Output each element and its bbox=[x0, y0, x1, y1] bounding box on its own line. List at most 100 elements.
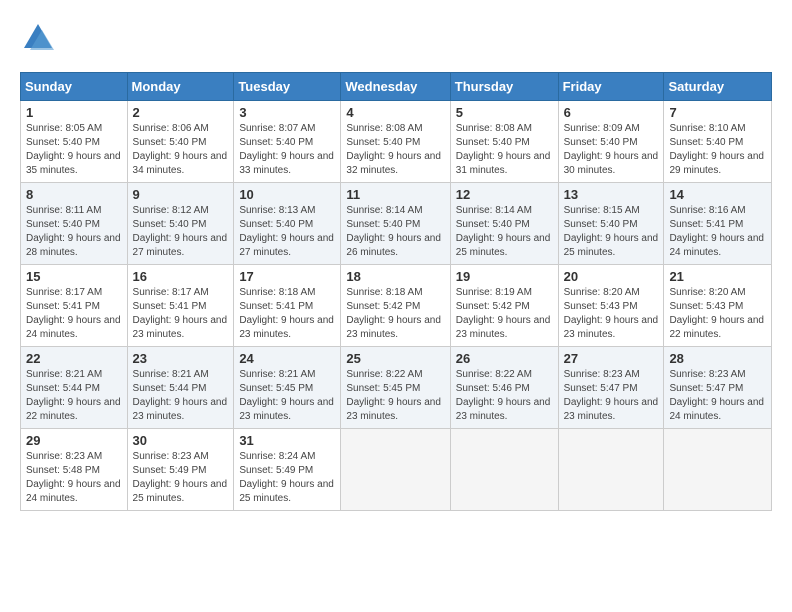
day-info: Sunrise: 8:11 AMSunset: 5:40 PMDaylight:… bbox=[26, 205, 121, 258]
calendar-header-cell: Wednesday bbox=[341, 73, 450, 101]
day-info: Sunrise: 8:22 AMSunset: 5:45 PMDaylight:… bbox=[346, 369, 441, 422]
calendar-day-cell: 20 Sunrise: 8:20 AMSunset: 5:43 PMDaylig… bbox=[558, 265, 664, 347]
day-number: 15 bbox=[26, 269, 122, 284]
day-number: 16 bbox=[133, 269, 229, 284]
calendar-header-cell: Tuesday bbox=[234, 73, 341, 101]
day-number: 5 bbox=[456, 105, 553, 120]
calendar-day-cell bbox=[450, 429, 558, 511]
day-number: 2 bbox=[133, 105, 229, 120]
day-info: Sunrise: 8:17 AMSunset: 5:41 PMDaylight:… bbox=[133, 287, 228, 340]
calendar-day-cell: 25 Sunrise: 8:22 AMSunset: 5:45 PMDaylig… bbox=[341, 347, 450, 429]
calendar-header-row: SundayMondayTuesdayWednesdayThursdayFrid… bbox=[21, 73, 772, 101]
day-number: 17 bbox=[239, 269, 335, 284]
day-number: 6 bbox=[564, 105, 659, 120]
calendar-header-cell: Saturday bbox=[664, 73, 772, 101]
calendar-table: SundayMondayTuesdayWednesdayThursdayFrid… bbox=[20, 72, 772, 511]
day-number: 30 bbox=[133, 433, 229, 448]
day-number: 11 bbox=[346, 187, 444, 202]
calendar-day-cell: 11 Sunrise: 8:14 AMSunset: 5:40 PMDaylig… bbox=[341, 183, 450, 265]
day-number: 12 bbox=[456, 187, 553, 202]
calendar-day-cell: 31 Sunrise: 8:24 AMSunset: 5:49 PMDaylig… bbox=[234, 429, 341, 511]
day-info: Sunrise: 8:16 AMSunset: 5:41 PMDaylight:… bbox=[669, 205, 764, 258]
day-number: 25 bbox=[346, 351, 444, 366]
calendar-day-cell: 24 Sunrise: 8:21 AMSunset: 5:45 PMDaylig… bbox=[234, 347, 341, 429]
calendar-day-cell: 4 Sunrise: 8:08 AMSunset: 5:40 PMDayligh… bbox=[341, 101, 450, 183]
calendar-day-cell bbox=[341, 429, 450, 511]
day-info: Sunrise: 8:24 AMSunset: 5:49 PMDaylight:… bbox=[239, 451, 334, 504]
calendar-day-cell: 12 Sunrise: 8:14 AMSunset: 5:40 PMDaylig… bbox=[450, 183, 558, 265]
day-info: Sunrise: 8:23 AMSunset: 5:47 PMDaylight:… bbox=[564, 369, 659, 422]
day-number: 19 bbox=[456, 269, 553, 284]
calendar-day-cell: 1 Sunrise: 8:05 AMSunset: 5:40 PMDayligh… bbox=[21, 101, 128, 183]
day-info: Sunrise: 8:23 AMSunset: 5:48 PMDaylight:… bbox=[26, 451, 121, 504]
calendar-header-cell: Sunday bbox=[21, 73, 128, 101]
calendar-header-cell: Monday bbox=[127, 73, 234, 101]
calendar-day-cell: 18 Sunrise: 8:18 AMSunset: 5:42 PMDaylig… bbox=[341, 265, 450, 347]
calendar-day-cell: 8 Sunrise: 8:11 AMSunset: 5:40 PMDayligh… bbox=[21, 183, 128, 265]
calendar-day-cell: 5 Sunrise: 8:08 AMSunset: 5:40 PMDayligh… bbox=[450, 101, 558, 183]
calendar-day-cell: 2 Sunrise: 8:06 AMSunset: 5:40 PMDayligh… bbox=[127, 101, 234, 183]
calendar-day-cell: 13 Sunrise: 8:15 AMSunset: 5:40 PMDaylig… bbox=[558, 183, 664, 265]
calendar-header-cell: Friday bbox=[558, 73, 664, 101]
day-info: Sunrise: 8:19 AMSunset: 5:42 PMDaylight:… bbox=[456, 287, 551, 340]
day-number: 9 bbox=[133, 187, 229, 202]
day-number: 14 bbox=[669, 187, 766, 202]
calendar-day-cell: 14 Sunrise: 8:16 AMSunset: 5:41 PMDaylig… bbox=[664, 183, 772, 265]
day-number: 20 bbox=[564, 269, 659, 284]
calendar-day-cell: 28 Sunrise: 8:23 AMSunset: 5:47 PMDaylig… bbox=[664, 347, 772, 429]
day-info: Sunrise: 8:08 AMSunset: 5:40 PMDaylight:… bbox=[456, 123, 551, 176]
calendar-day-cell: 3 Sunrise: 8:07 AMSunset: 5:40 PMDayligh… bbox=[234, 101, 341, 183]
day-number: 3 bbox=[239, 105, 335, 120]
day-number: 1 bbox=[26, 105, 122, 120]
calendar-day-cell: 23 Sunrise: 8:21 AMSunset: 5:44 PMDaylig… bbox=[127, 347, 234, 429]
day-number: 10 bbox=[239, 187, 335, 202]
day-info: Sunrise: 8:20 AMSunset: 5:43 PMDaylight:… bbox=[669, 287, 764, 340]
day-info: Sunrise: 8:20 AMSunset: 5:43 PMDaylight:… bbox=[564, 287, 659, 340]
day-info: Sunrise: 8:17 AMSunset: 5:41 PMDaylight:… bbox=[26, 287, 121, 340]
calendar-day-cell: 21 Sunrise: 8:20 AMSunset: 5:43 PMDaylig… bbox=[664, 265, 772, 347]
day-number: 22 bbox=[26, 351, 122, 366]
page-header bbox=[20, 20, 772, 56]
day-info: Sunrise: 8:23 AMSunset: 5:47 PMDaylight:… bbox=[669, 369, 764, 422]
day-info: Sunrise: 8:08 AMSunset: 5:40 PMDaylight:… bbox=[346, 123, 441, 176]
calendar-header-cell: Thursday bbox=[450, 73, 558, 101]
day-info: Sunrise: 8:15 AMSunset: 5:40 PMDaylight:… bbox=[564, 205, 659, 258]
day-info: Sunrise: 8:10 AMSunset: 5:40 PMDaylight:… bbox=[669, 123, 764, 176]
calendar-day-cell: 9 Sunrise: 8:12 AMSunset: 5:40 PMDayligh… bbox=[127, 183, 234, 265]
day-info: Sunrise: 8:14 AMSunset: 5:40 PMDaylight:… bbox=[346, 205, 441, 258]
calendar-day-cell: 7 Sunrise: 8:10 AMSunset: 5:40 PMDayligh… bbox=[664, 101, 772, 183]
calendar-day-cell: 16 Sunrise: 8:17 AMSunset: 5:41 PMDaylig… bbox=[127, 265, 234, 347]
calendar-day-cell: 6 Sunrise: 8:09 AMSunset: 5:40 PMDayligh… bbox=[558, 101, 664, 183]
day-info: Sunrise: 8:09 AMSunset: 5:40 PMDaylight:… bbox=[564, 123, 659, 176]
calendar-day-cell: 30 Sunrise: 8:23 AMSunset: 5:49 PMDaylig… bbox=[127, 429, 234, 511]
calendar-day-cell: 29 Sunrise: 8:23 AMSunset: 5:48 PMDaylig… bbox=[21, 429, 128, 511]
calendar-week-row: 1 Sunrise: 8:05 AMSunset: 5:40 PMDayligh… bbox=[21, 101, 772, 183]
day-number: 8 bbox=[26, 187, 122, 202]
day-info: Sunrise: 8:18 AMSunset: 5:42 PMDaylight:… bbox=[346, 287, 441, 340]
calendar-week-row: 8 Sunrise: 8:11 AMSunset: 5:40 PMDayligh… bbox=[21, 183, 772, 265]
day-info: Sunrise: 8:12 AMSunset: 5:40 PMDaylight:… bbox=[133, 205, 228, 258]
day-info: Sunrise: 8:14 AMSunset: 5:40 PMDaylight:… bbox=[456, 205, 551, 258]
day-number: 29 bbox=[26, 433, 122, 448]
day-info: Sunrise: 8:13 AMSunset: 5:40 PMDaylight:… bbox=[239, 205, 334, 258]
calendar-week-row: 22 Sunrise: 8:21 AMSunset: 5:44 PMDaylig… bbox=[21, 347, 772, 429]
day-info: Sunrise: 8:21 AMSunset: 5:44 PMDaylight:… bbox=[133, 369, 228, 422]
day-info: Sunrise: 8:07 AMSunset: 5:40 PMDaylight:… bbox=[239, 123, 334, 176]
calendar-day-cell: 15 Sunrise: 8:17 AMSunset: 5:41 PMDaylig… bbox=[21, 265, 128, 347]
day-info: Sunrise: 8:22 AMSunset: 5:46 PMDaylight:… bbox=[456, 369, 551, 422]
calendar-week-row: 29 Sunrise: 8:23 AMSunset: 5:48 PMDaylig… bbox=[21, 429, 772, 511]
day-number: 7 bbox=[669, 105, 766, 120]
calendar-week-row: 15 Sunrise: 8:17 AMSunset: 5:41 PMDaylig… bbox=[21, 265, 772, 347]
day-info: Sunrise: 8:21 AMSunset: 5:44 PMDaylight:… bbox=[26, 369, 121, 422]
day-number: 31 bbox=[239, 433, 335, 448]
logo bbox=[20, 20, 60, 56]
calendar-body: 1 Sunrise: 8:05 AMSunset: 5:40 PMDayligh… bbox=[21, 101, 772, 511]
calendar-day-cell: 22 Sunrise: 8:21 AMSunset: 5:44 PMDaylig… bbox=[21, 347, 128, 429]
day-number: 26 bbox=[456, 351, 553, 366]
calendar-day-cell: 26 Sunrise: 8:22 AMSunset: 5:46 PMDaylig… bbox=[450, 347, 558, 429]
day-number: 13 bbox=[564, 187, 659, 202]
day-number: 23 bbox=[133, 351, 229, 366]
day-info: Sunrise: 8:18 AMSunset: 5:41 PMDaylight:… bbox=[239, 287, 334, 340]
day-number: 18 bbox=[346, 269, 444, 284]
day-info: Sunrise: 8:05 AMSunset: 5:40 PMDaylight:… bbox=[26, 123, 121, 176]
